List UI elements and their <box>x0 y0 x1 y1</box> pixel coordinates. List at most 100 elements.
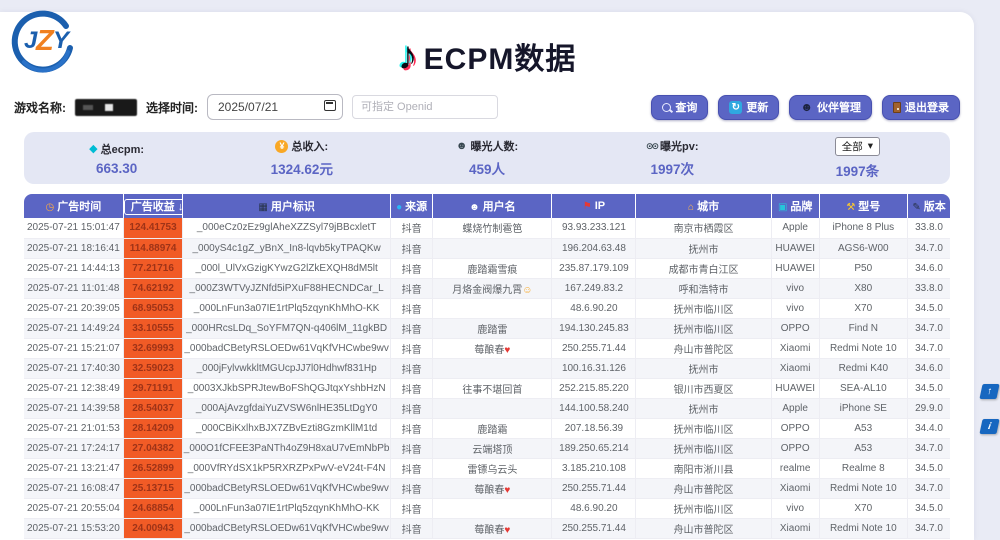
col-header-label: IP <box>595 200 605 212</box>
cell-username <box>433 358 552 378</box>
total-ecpm-value: 663.30 <box>24 161 209 176</box>
cell-city: 舟山市普陀区 <box>636 478 771 498</box>
logout-button[interactable]: 退出登录 <box>882 95 960 120</box>
table-row: 2025-07-21 12:38:4929.71191_0003XJkbSPRJ… <box>24 378 950 398</box>
cell-source: 抖音 <box>390 378 432 398</box>
calendar-icon[interactable] <box>324 100 336 111</box>
summary-exposure-pv: ⊙⊙曝光pv: 1997次 <box>580 138 765 178</box>
page-header: ♪ ECPM数据 <box>0 30 974 82</box>
cell-user-id: _000LnFun3a07IE1rtPlq5zqynKhMhO-KK <box>183 498 391 518</box>
cell-source: 抖音 <box>390 498 432 518</box>
cell-ad-time: 2025-07-21 15:21:07 <box>24 338 123 358</box>
cell-source: 抖音 <box>390 218 432 238</box>
cell-username <box>433 238 552 258</box>
cell-city: 抚州市临川区 <box>636 438 771 458</box>
cell-version: 34.7.0 <box>908 238 950 258</box>
table-row: 2025-07-21 11:01:4874.62192_000Z3WTVyJZN… <box>24 278 950 298</box>
cell-brand: Xiaomi <box>771 518 819 538</box>
cell-ad-time: 2025-07-21 16:08:47 <box>24 478 123 498</box>
person-icon: ☻ <box>800 101 813 113</box>
source-dot-icon: ● <box>396 202 402 213</box>
refresh-icon: ↻ <box>729 101 742 114</box>
col-header-city: ⌂城市 <box>636 194 771 218</box>
table-row: 2025-07-21 14:44:1377.21716_000l_UlVxGzi… <box>24 258 950 278</box>
filter-select[interactable]: 全部 ▾ <box>835 137 880 156</box>
cell-ad-revenue: 68.95053 <box>123 298 183 318</box>
cell-user-id: _000eCz0zEz9glAheXZZSyl79jBBcxletT <box>183 218 391 238</box>
pin-icon: ⚑ <box>583 201 592 212</box>
cell-ip: 196.204.63.48 <box>552 238 636 258</box>
col-header-label: 广告收益 ↓ <box>124 199 183 215</box>
cell-ad-time: 2025-07-21 14:44:13 <box>24 258 123 278</box>
table-row: 2025-07-21 20:55:0424.68854_000LnFun3a07… <box>24 498 950 518</box>
table-row: 2025-07-21 18:16:41114.88974_000yS4c1gZ_… <box>24 238 950 258</box>
col-header-username: ☻用户名 <box>433 194 552 218</box>
cell-version: 34.5.0 <box>908 458 950 478</box>
cell-brand: OPPO <box>771 418 819 438</box>
cell-city: 舟山市普陀区 <box>636 338 771 358</box>
col-header-label: 用户名 <box>483 201 516 213</box>
cell-ad-revenue: 24.68854 <box>123 498 183 518</box>
cell-ad-time: 2025-07-21 17:24:17 <box>24 438 123 458</box>
col-header-label: 广告时间 <box>57 201 101 213</box>
tiktok-note-icon: ♪ <box>398 36 418 76</box>
cell-brand: Apple <box>771 218 819 238</box>
cell-model: Realme 8 <box>819 458 907 478</box>
cell-username: 云端塔顶 <box>433 438 552 458</box>
cell-model: iPhone 8 Plus <box>819 218 907 238</box>
back-to-top-button[interactable]: ↑ <box>979 384 999 399</box>
cell-brand: Apple <box>771 398 819 418</box>
cell-ad-revenue: 74.62192 <box>123 278 183 298</box>
door-icon <box>893 102 901 113</box>
date-input[interactable] <box>207 94 343 120</box>
partner-manage-button[interactable]: ☻ 伙伴管理 <box>789 95 872 120</box>
table-row: 2025-07-21 21:01:5328.14209_000CBiKxlhxB… <box>24 418 950 438</box>
query-button[interactable]: 查询 <box>651 95 708 120</box>
page-title: ECPM数据 <box>424 34 577 78</box>
customer-service-button[interactable]: i <box>979 419 999 434</box>
cell-model: Redmi K40 <box>819 358 907 378</box>
openid-input[interactable] <box>352 95 498 119</box>
cell-user-id: _000badCBetyRSLOEDw61VqKfVHCwbe9wv <box>183 338 391 358</box>
cell-version: 34.4.0 <box>908 418 950 438</box>
cell-ad-revenue: 28.54037 <box>123 398 183 418</box>
money-icon: ¥ <box>275 140 288 153</box>
cell-username: 鹿踏霜 <box>433 418 552 438</box>
col-header-label: 型号 <box>858 201 880 213</box>
cell-version: 34.5.0 <box>908 298 950 318</box>
cell-ad-time: 2025-07-21 20:39:05 <box>24 298 123 318</box>
cell-city: 抚州市 <box>636 358 771 378</box>
cell-model: Redmi Note 10 <box>819 518 907 538</box>
refresh-button-label: 更新 <box>746 99 768 115</box>
cell-version: 34.7.0 <box>908 478 950 498</box>
cell-brand: Xiaomi <box>771 338 819 358</box>
cell-username: 雷镖乌云头 <box>433 458 552 478</box>
cell-model: A53 <box>819 418 907 438</box>
refresh-button[interactable]: ↻ 更新 <box>718 95 779 120</box>
cell-user-id: _0003XJkbSPRJtewBoFShQGJtqxYshbHzN <box>183 378 391 398</box>
cell-version: 34.6.0 <box>908 258 950 278</box>
cell-version: 34.6.0 <box>908 358 950 378</box>
cell-version: 34.7.0 <box>908 518 950 538</box>
total-count: 1997条 <box>765 160 950 180</box>
cell-ad-revenue: 27.04382 <box>123 438 183 458</box>
col-header-ad-revenue[interactable]: 广告收益 ↓ <box>123 194 183 218</box>
cell-source: 抖音 <box>390 438 432 458</box>
col-header-label: 品牌 <box>790 201 812 213</box>
cell-user-id: _000jFylvwkkltMGUcpJJ7l0Hdhwf831Hp <box>183 358 391 378</box>
cell-ad-time: 2025-07-21 14:49:24 <box>24 318 123 338</box>
cell-version: 34.5.0 <box>908 498 950 518</box>
cell-username: 莓酿春♥ <box>433 478 552 498</box>
cell-city: 抚州市临川区 <box>636 298 771 318</box>
table-row: 2025-07-21 17:24:1727.04382_000O1fCFEE3P… <box>24 438 950 458</box>
cell-ad-time: 2025-07-21 12:38:49 <box>24 378 123 398</box>
col-header-ad-time: ◷广告时间 <box>24 194 123 218</box>
table-row: 2025-07-21 17:40:3032.59023_000jFylvwkkl… <box>24 358 950 378</box>
col-header-ip: ⚑IP <box>552 194 636 218</box>
cell-model: Redmi Note 10 <box>819 338 907 358</box>
table-row: 2025-07-21 14:39:5828.54037_000AjAvzgfda… <box>24 398 950 418</box>
cell-ip: 48.6.90.20 <box>552 298 636 318</box>
cell-ad-revenue: 32.59023 <box>123 358 183 378</box>
summary-total-ecpm: ◆总ecpm: 663.30 <box>24 141 209 176</box>
cell-ip: 252.215.85.220 <box>552 378 636 398</box>
